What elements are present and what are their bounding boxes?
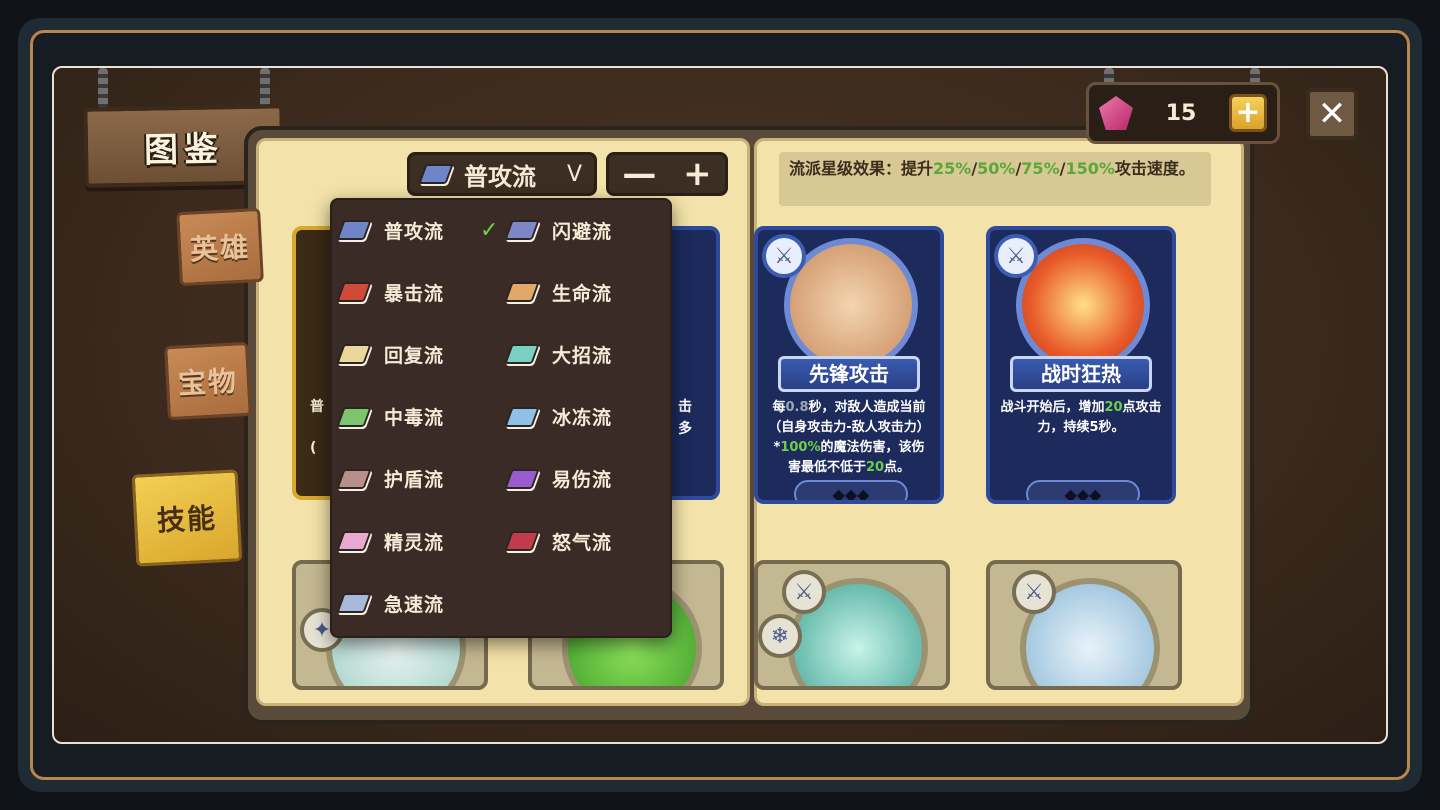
desc-part: 战斗开始后，增加 <box>1000 400 1105 415</box>
sword-icon: ⚔ <box>1012 570 1056 614</box>
dropdown-option[interactable]: 冰冻流 <box>504 397 613 437</box>
dropdown-option-label: 暴击流 <box>384 282 445 305</box>
dropdown-option-label: 普攻流 <box>384 220 445 243</box>
desc-part: 100% <box>780 440 821 455</box>
desc-part: 每 <box>772 400 786 415</box>
skill-name: 战时狂热 <box>1010 356 1152 392</box>
style-book-icon <box>336 593 372 614</box>
tab-treasures-label: 宝物 <box>177 364 239 401</box>
style-book-icon <box>336 282 372 303</box>
dropdown-option-label: 回复流 <box>384 344 445 367</box>
buy-gems-button[interactable]: + <box>1229 94 1267 132</box>
style-book-icon <box>504 531 540 551</box>
dropdown-option[interactable]: 急速流 <box>336 583 445 623</box>
dropdown-option-label: 怒气流 <box>552 531 613 554</box>
star-stepper: — + <box>606 152 728 196</box>
skill-description: 战斗开始后，增加20点攻击力，持续5秒。 <box>1000 398 1162 438</box>
tab-skills[interactable]: 技能 <box>131 469 243 567</box>
chevron-down-icon: V <box>566 161 582 187</box>
dropdown-option-label: 急速流 <box>384 593 445 616</box>
dropdown-option[interactable]: 中毒流 <box>336 397 445 437</box>
style-book-icon <box>504 220 540 240</box>
effect-value-3: 75% <box>1021 159 1060 178</box>
style-book-icon <box>336 531 372 551</box>
skill-description: 每0.8秒，对敌人造成当前（自身攻击力-敌人攻击力）*100%的魔法伤害，该伤害… <box>768 398 930 478</box>
dropdown-option-label: 中毒流 <box>384 407 445 430</box>
dropdown-option[interactable]: 易伤流 <box>504 459 613 499</box>
peek-text-1b: ( <box>310 440 317 456</box>
style-select-value: 普攻流 <box>464 162 536 191</box>
minus-button[interactable]: — <box>622 157 656 191</box>
style-effect-note: 流派星级效果：提升25%/50%/75%/150%攻击速度。 <box>779 152 1211 206</box>
sword-icon: ⚔ <box>762 234 806 278</box>
style-book-icon <box>336 406 372 427</box>
dropdown-option[interactable]: 精灵流 <box>336 521 445 561</box>
snowflake-icon: ❄ <box>758 614 802 658</box>
desc-part: 20 <box>865 460 885 475</box>
chain-left <box>98 68 108 108</box>
gem-count: 15 <box>1165 100 1197 126</box>
style-book-icon <box>504 468 540 489</box>
effect-prefix: 流派星级效果：提升 <box>789 159 934 178</box>
tab-skills-label: 技能 <box>156 501 218 538</box>
dropdown-option[interactable]: 怒气流 <box>504 521 613 561</box>
effect-value-2: 50% <box>977 159 1016 178</box>
style-book-icon <box>504 406 540 427</box>
dropdown-option[interactable]: 暴击流 <box>336 272 445 312</box>
gem-icon <box>1099 96 1133 130</box>
dropdown-option-label: 护盾流 <box>384 469 445 492</box>
dropdown-option[interactable]: 生命流 <box>504 272 613 312</box>
tab-treasures[interactable]: 宝物 <box>164 341 252 421</box>
peek-text-2b: 多 <box>678 421 692 437</box>
sword-icon: ⚔ <box>782 570 826 614</box>
gem-currency: 15 + <box>1086 82 1280 144</box>
plus-button[interactable]: + <box>683 157 712 191</box>
effect-suffix: 攻击速度。 <box>1114 159 1195 178</box>
desc-part: 20 <box>1104 400 1123 415</box>
dropdown-option[interactable]: 大招流 <box>504 334 613 374</box>
dropdown-option-label: 生命流 <box>552 282 613 305</box>
skill-name: 先锋攻击 <box>778 356 920 392</box>
dropdown-option[interactable]: 回复流 <box>336 334 445 374</box>
tab-heroes[interactable]: 英雄 <box>176 207 264 287</box>
style-book-icon <box>504 282 540 303</box>
skill-card-bottom-4[interactable]: ⚔ <box>986 560 1182 690</box>
skill-card-bottom-3[interactable]: ⚔ ❄ <box>754 560 950 690</box>
style-book-icon <box>504 344 540 365</box>
dropdown-option-label: 易伤流 <box>552 469 613 492</box>
style-dropdown-menu: 普攻流 ✓ 闪避流暴击流 生命流回复流 大招流中毒流 冰冻流护盾流 易伤流精灵流 怒气流急速流 <box>330 198 672 638</box>
skill-card-vanguard-attack[interactable]: ⚔ 先锋攻击 每0.8秒，对敌人造成当前（自身攻击力-敌人攻击力）*100%的魔… <box>754 226 944 504</box>
game-screen: 图鉴 英雄 宝物 技能 普攻流 V — + 流派星级效果：提升25%/50%/7… <box>52 66 1388 744</box>
page-title: 图鉴 <box>143 128 225 171</box>
close-icon[interactable]: ✕ <box>1306 88 1358 140</box>
chain-right <box>260 68 270 108</box>
effect-value-1: 25% <box>933 159 972 178</box>
style-book-icon <box>336 468 372 489</box>
dropdown-option[interactable]: 闪避流 <box>504 210 613 250</box>
peek-text-2a: 击 <box>678 399 692 415</box>
skill-card-battle-frenzy[interactable]: ⚔ 战时狂热 战斗开始后，增加20点攻击力，持续5秒。 ◆◆◆ <box>986 226 1176 504</box>
dropdown-option[interactable]: 护盾流 <box>336 459 445 499</box>
effect-value-4: 150% <box>1065 159 1115 178</box>
peek-text-1a: 普 <box>310 399 324 415</box>
style-book-icon <box>418 164 454 184</box>
dropdown-option-label: 闪避流 <box>552 220 613 243</box>
dropdown-option[interactable]: 普攻流 ✓ <box>336 210 499 250</box>
style-select[interactable]: 普攻流 V <box>407 152 597 196</box>
star-rating: ◆◆◆ <box>794 480 908 500</box>
star-rating: ◆◆◆ <box>1026 480 1140 500</box>
dropdown-option-label: 大招流 <box>552 344 613 367</box>
dropdown-option-label: 精灵流 <box>384 531 445 554</box>
sword-icon: ⚔ <box>994 234 1038 278</box>
desc-part: 0.8 <box>785 400 809 415</box>
style-book-icon <box>336 344 372 365</box>
tab-heroes-label: 英雄 <box>189 230 251 267</box>
style-book-icon <box>336 220 372 240</box>
check-icon: ✓ <box>480 217 499 243</box>
dropdown-option-label: 冰冻流 <box>552 407 613 430</box>
desc-part: 点。 <box>884 460 911 475</box>
